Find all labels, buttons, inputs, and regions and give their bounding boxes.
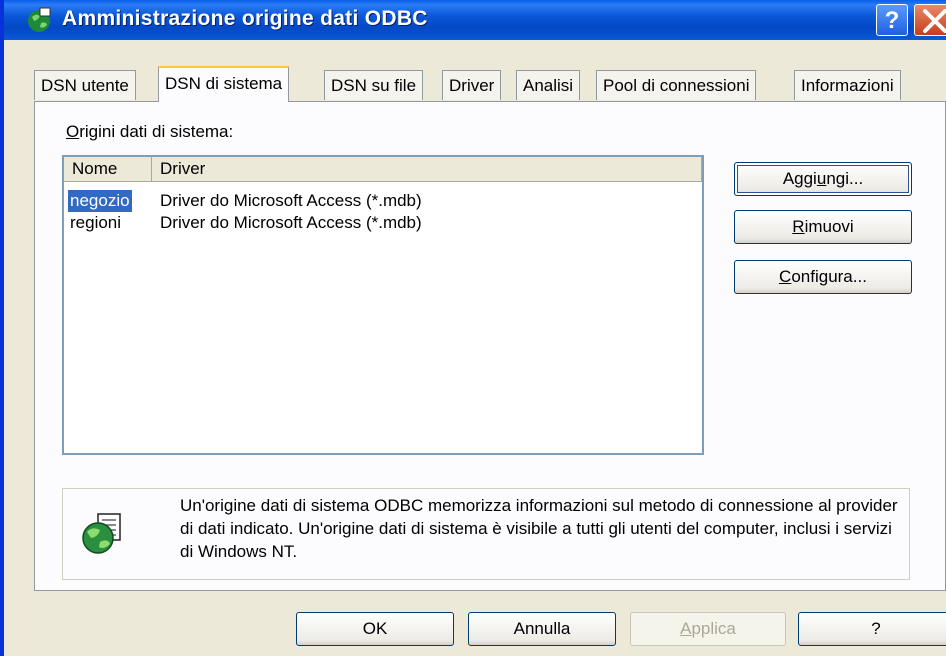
tab-analisi[interactable]: Analisi bbox=[516, 70, 581, 100]
ok-button[interactable]: OK bbox=[296, 612, 454, 646]
tab-pool-di-connessioni[interactable]: Pool di connessioni bbox=[596, 70, 757, 100]
info-description: Un'origine dati di sistema ODBC memorizz… bbox=[180, 496, 898, 561]
help-button[interactable]: ? bbox=[798, 612, 946, 646]
column-header-nome[interactable]: Nome bbox=[64, 157, 152, 181]
globe-database-icon bbox=[82, 513, 121, 554]
column-header-driver[interactable]: Driver bbox=[152, 157, 702, 181]
tab-driver[interactable]: Driver bbox=[442, 70, 502, 100]
tab-informazioni[interactable]: Informazioni bbox=[794, 70, 901, 100]
add-button[interactable]: Aggiungi... bbox=[734, 162, 912, 196]
dsn-name: regioni bbox=[70, 213, 122, 232]
tab-dsn-utente[interactable]: DSN utente bbox=[34, 70, 136, 100]
title-help-button[interactable]: ? bbox=[876, 4, 908, 36]
odbc-globe-icon bbox=[28, 7, 51, 32]
title-bar[interactable]: Amministrazione origine dati ODBC ? bbox=[4, 0, 946, 40]
odbc-dialog: Amministrazione origine dati ODBC ? DSN … bbox=[0, 0, 946, 656]
list-item[interactable]: regioni Driver do Microsoft Access (*.md… bbox=[64, 212, 694, 234]
window-title: Amministrazione origine dati ODBC bbox=[62, 7, 428, 30]
list-item[interactable]: negozio Driver do Microsoft Access (*.md… bbox=[64, 189, 694, 213]
remove-button[interactable]: Rimuovi bbox=[734, 210, 912, 244]
apply-button[interactable]: Applica bbox=[630, 612, 786, 646]
dsn-name: negozio bbox=[67, 189, 133, 213]
cancel-button[interactable]: Annulla bbox=[468, 612, 616, 646]
list-header: Nome Driver bbox=[64, 157, 702, 182]
tab-dsn-di-sistema[interactable]: DSN di sistema bbox=[158, 66, 290, 102]
system-dsn-label: Origini dati di sistema: bbox=[66, 122, 234, 141]
close-icon bbox=[923, 9, 946, 33]
tab-dsn-su-file[interactable]: DSN su file bbox=[324, 70, 424, 100]
dsn-driver: Driver do Microsoft Access (*.mdb) bbox=[160, 213, 422, 232]
configure-button[interactable]: Configura... bbox=[734, 260, 912, 294]
close-button[interactable] bbox=[914, 4, 946, 36]
dsn-driver: Driver do Microsoft Access (*.mdb) bbox=[160, 191, 422, 210]
